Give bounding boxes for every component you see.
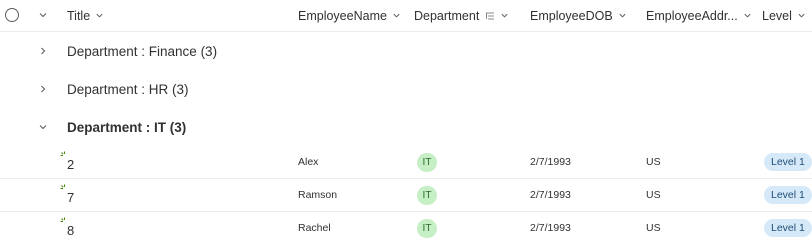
chevron-right-icon[interactable] [37, 83, 49, 95]
column-header-label: Level [762, 8, 792, 23]
employee-address-cell: US [646, 189, 661, 201]
grouped-list-view: Title EmployeeName Department EmployeeDO… [0, 0, 812, 244]
level-cell: Level 1 [764, 212, 812, 244]
column-header-department[interactable]: Department [414, 0, 509, 31]
department-cell: IT [417, 212, 437, 244]
department-pill: IT [417, 152, 437, 172]
level-pill: Level 1 [764, 219, 812, 237]
chevron-down-icon [619, 13, 626, 18]
level-pill: Level 1 [764, 186, 812, 204]
group-header-label: Department : HR (3) [67, 81, 189, 97]
employee-name-cell: Rachel [298, 222, 331, 234]
column-header-employee-address[interactable]: EmployeeAddr... [646, 0, 752, 31]
table-row[interactable]: 2 Alex IT 2/7/1993 US Level 1 [0, 146, 812, 179]
column-header-title[interactable]: Title [67, 0, 104, 31]
employee-name-cell: Alex [298, 156, 319, 168]
column-header-label: Title [67, 8, 91, 23]
column-header-level[interactable]: Level [762, 0, 806, 31]
group-header-finance[interactable]: Department : Finance (3) [0, 32, 812, 70]
chevron-down-icon [96, 13, 103, 18]
title-link[interactable]: 2 [67, 146, 74, 178]
column-header-label: EmployeeDOB [530, 8, 613, 23]
chevron-down-icon [501, 13, 508, 18]
group-header-it[interactable]: Department : IT (3) [0, 108, 812, 146]
department-pill: IT [417, 185, 437, 205]
chevron-down-icon[interactable] [37, 121, 49, 133]
department-pill: IT [417, 218, 437, 238]
title-link[interactable]: 7 [67, 179, 74, 211]
level-cell: Level 1 [764, 179, 812, 211]
employee-name-cell: Ramson [298, 189, 338, 201]
employee-address-cell: US [646, 222, 661, 234]
group-header-hr[interactable]: Department : HR (3) [0, 70, 812, 108]
employee-dob-cell: 2/7/1993 [530, 156, 571, 168]
chevron-down-icon [798, 13, 805, 18]
table-row[interactable]: 7 Ramson IT 2/7/1993 US Level 1 [0, 179, 812, 212]
level-cell: Level 1 [764, 146, 812, 178]
chevron-down-icon [393, 13, 400, 18]
department-cell: IT [417, 146, 437, 178]
chevron-down-icon [744, 13, 751, 18]
chevron-right-icon[interactable] [37, 45, 49, 57]
employee-dob-cell: 2/7/1993 [530, 189, 571, 201]
level-pill: Level 1 [764, 153, 812, 171]
employee-address-cell: US [646, 156, 661, 168]
employee-dob-cell: 2/7/1993 [530, 222, 571, 234]
department-cell: IT [417, 179, 437, 211]
title-link[interactable]: 8 [67, 212, 74, 244]
column-header-label: EmployeeAddr... [646, 8, 738, 23]
table-row[interactable]: 8 Rachel IT 2/7/1993 US Level 1 [0, 212, 812, 244]
column-header-row: Title EmployeeName Department EmployeeDO… [0, 0, 812, 32]
collapse-all-chevron-down-icon[interactable] [38, 10, 48, 20]
group-header-label: Department : Finance (3) [67, 43, 218, 59]
column-header-label: Department [414, 8, 480, 23]
group-header-label: Department : IT (3) [67, 119, 187, 135]
column-header-employee-dob[interactable]: EmployeeDOB [530, 0, 627, 31]
select-all-circle-icon[interactable] [5, 8, 19, 22]
column-header-employee-name[interactable]: EmployeeName [298, 0, 401, 31]
column-header-label: EmployeeName [298, 8, 387, 23]
group-by-icon [486, 12, 495, 19]
